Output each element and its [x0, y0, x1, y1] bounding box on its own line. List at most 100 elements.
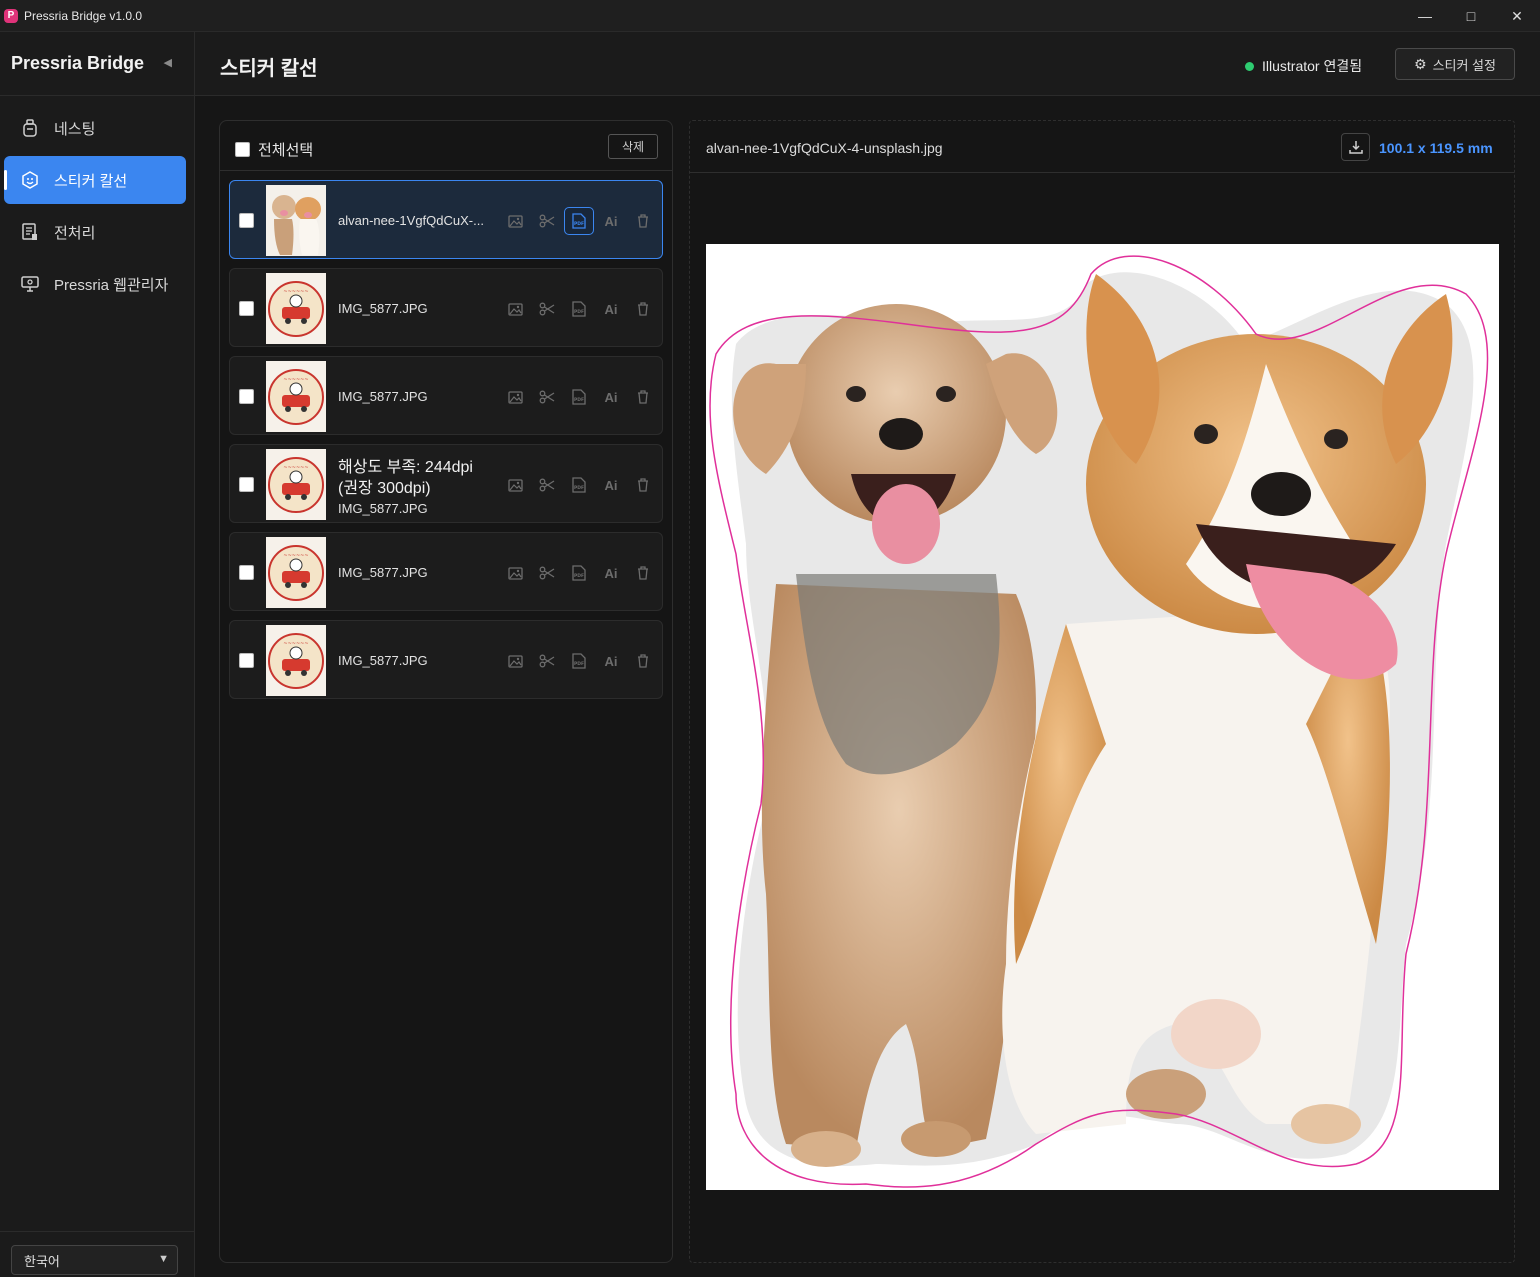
maximize-icon[interactable]: □	[1448, 0, 1494, 32]
brand-name: Pressria Bridge	[11, 53, 145, 73]
file-name: IMG_5877.JPG	[338, 565, 428, 580]
sidebar: Pressria Bridge ◀ 네스팅 스티커 칼선 전처리 Pressri…	[0, 32, 195, 1277]
trash-icon[interactable]	[628, 383, 658, 411]
svg-text:PDF: PDF	[574, 397, 584, 403]
download-icon	[1348, 141, 1363, 154]
svg-text:PDF: PDF	[574, 485, 584, 491]
trash-icon[interactable]	[628, 471, 658, 499]
scissors-icon[interactable]	[532, 471, 562, 499]
sidebar-item-label: 전처리	[54, 224, 96, 242]
pdf-icon[interactable]: PDF	[564, 207, 594, 235]
pdf-icon[interactable]: PDF	[564, 647, 594, 675]
monitor-icon	[20, 274, 40, 294]
title-bar: P Pressria Bridge v1.0.0 — □ ✕	[0, 0, 1540, 32]
image-icon[interactable]	[500, 559, 530, 587]
file-list-panel: 전체선택 삭제 alvan-nee-1VgfQdCuX-... PDF Ai ~~~~…	[219, 120, 673, 1263]
scissors-icon[interactable]	[532, 383, 562, 411]
delete-button[interactable]: 삭제	[608, 134, 658, 159]
row-checkbox[interactable]	[239, 389, 254, 404]
pdf-icon[interactable]: PDF	[564, 383, 594, 411]
row-tools: PDF Ai	[500, 647, 660, 675]
image-icon[interactable]	[500, 383, 530, 411]
row-tools: PDF Ai	[500, 383, 660, 411]
select-all[interactable]: 전체선택	[235, 139, 313, 160]
pdf-icon[interactable]: PDF	[564, 295, 594, 323]
svg-text:PDF: PDF	[574, 309, 584, 315]
file-name: IMG_5877.JPG	[338, 301, 428, 316]
close-icon[interactable]: ✕	[1494, 0, 1540, 32]
select-all-label: 전체선택	[258, 142, 314, 159]
sidebar-item-web-admin[interactable]: Pressria 웹관리자	[4, 260, 186, 308]
scissors-icon[interactable]	[532, 647, 562, 675]
file-row[interactable]: ~~~~~~ IMG_5877.JPG PDF Ai	[229, 356, 663, 435]
illustrator-ai-icon[interactable]: Ai	[596, 383, 626, 411]
illustrator-ai-icon[interactable]: Ai	[596, 207, 626, 235]
row-checkbox[interactable]	[239, 301, 254, 316]
image-icon[interactable]	[500, 207, 530, 235]
file-list-header: 전체선택 삭제	[220, 121, 672, 171]
sidebar-item-label: 네스팅	[54, 120, 96, 138]
window-title: Pressria Bridge v1.0.0	[24, 8, 143, 23]
sticker-thumbnail: ~~~~~~	[266, 361, 326, 432]
illustrator-ai-icon[interactable]: Ai	[596, 471, 626, 499]
file-row[interactable]: ~~~~~~ IMG_5877.JPG PDF Ai	[229, 532, 663, 611]
file-row[interactable]: ~~~~~~ IMG_5877.JPG PDF Ai	[229, 620, 663, 699]
sticker-thumbnail: ~~~~~~	[266, 537, 326, 608]
scissors-icon[interactable]	[532, 559, 562, 587]
dogs-sticker-image	[709, 255, 1489, 1188]
trash-icon[interactable]	[628, 647, 658, 675]
language-value: 한국어	[24, 1253, 60, 1269]
sticker-icon	[20, 170, 40, 190]
file-row[interactable]: ~~~~~~ 해상도 부족: 244dpi (권장 300dpi) IMG_5877.…	[229, 444, 663, 523]
row-checkbox[interactable]	[239, 213, 254, 228]
svg-text:~~~~~~: ~~~~~~	[283, 553, 308, 559]
svg-text:PDF: PDF	[574, 573, 584, 579]
collapse-sidebar-icon[interactable]: ◀	[164, 56, 172, 69]
illustrator-ai-icon[interactable]: Ai	[596, 295, 626, 323]
row-checkbox[interactable]	[239, 477, 254, 492]
language-area: 한국어 ▼	[0, 1231, 194, 1277]
svg-text:~~~~~~: ~~~~~~	[283, 465, 308, 471]
sidebar-item-nesting[interactable]: 네스팅	[4, 104, 186, 152]
file-row[interactable]: ~~~~~~ IMG_5877.JPG PDF Ai	[229, 268, 663, 347]
pdf-icon[interactable]: PDF	[564, 471, 594, 499]
language-select[interactable]: 한국어 ▼	[11, 1245, 178, 1275]
illustrator-status: Illustrator 연결됨	[1245, 56, 1362, 76]
status-dot-icon	[1245, 61, 1254, 71]
image-icon[interactable]	[500, 647, 530, 675]
minimize-icon[interactable]: —	[1402, 0, 1448, 32]
scissors-icon[interactable]	[532, 207, 562, 235]
illustrator-ai-icon[interactable]: Ai	[596, 559, 626, 587]
sidebar-item-label: 스티커 칼선	[54, 172, 128, 190]
preview-header: alvan-nee-1VgfQdCuX-4-unsplash.jpg 100.1…	[690, 121, 1514, 173]
resolution-warning: 해상도 부족: 244dpi (권장 300dpi)	[338, 457, 473, 499]
trash-icon[interactable]	[628, 295, 658, 323]
window-controls: — □ ✕	[1402, 0, 1540, 32]
sticker-thumbnail: ~~~~~~	[266, 625, 326, 696]
sidebar-header: Pressria Bridge ◀	[0, 32, 194, 96]
svg-text:~~~~~~: ~~~~~~	[283, 377, 308, 383]
select-all-checkbox[interactable]	[235, 142, 250, 157]
svg-text:~~~~~~: ~~~~~~	[283, 289, 308, 295]
trash-icon[interactable]	[628, 207, 658, 235]
file-row[interactable]: alvan-nee-1VgfQdCuX-... PDF Ai	[229, 180, 663, 259]
image-icon[interactable]	[500, 295, 530, 323]
row-checkbox[interactable]	[239, 565, 254, 580]
warning-line: (권장 300dpi)	[338, 480, 431, 497]
warning-line: 해상도 부족: 244dpi	[338, 459, 473, 476]
preview-panel: alvan-nee-1VgfQdCuX-4-unsplash.jpg 100.1…	[689, 120, 1515, 1263]
illustrator-ai-icon[interactable]: Ai	[596, 647, 626, 675]
pdf-icon[interactable]: PDF	[564, 559, 594, 587]
sidebar-item-preprocess[interactable]: 전처리	[4, 208, 186, 256]
image-icon[interactable]	[500, 471, 530, 499]
sticker-settings-button[interactable]: ⚙ 스티커 설정	[1395, 48, 1515, 80]
file-name: alvan-nee-1VgfQdCuX-...	[338, 213, 484, 228]
download-button[interactable]	[1341, 133, 1370, 161]
sidebar-item-sticker[interactable]: 스티커 칼선	[4, 156, 186, 204]
scissors-icon[interactable]	[532, 295, 562, 323]
preview-dimensions: 100.1 x 119.5 mm	[1379, 140, 1493, 156]
trash-icon[interactable]	[628, 559, 658, 587]
row-checkbox[interactable]	[239, 653, 254, 668]
row-tools: PDF Ai	[500, 295, 660, 323]
status-text: Illustrator 연결됨	[1262, 58, 1363, 74]
